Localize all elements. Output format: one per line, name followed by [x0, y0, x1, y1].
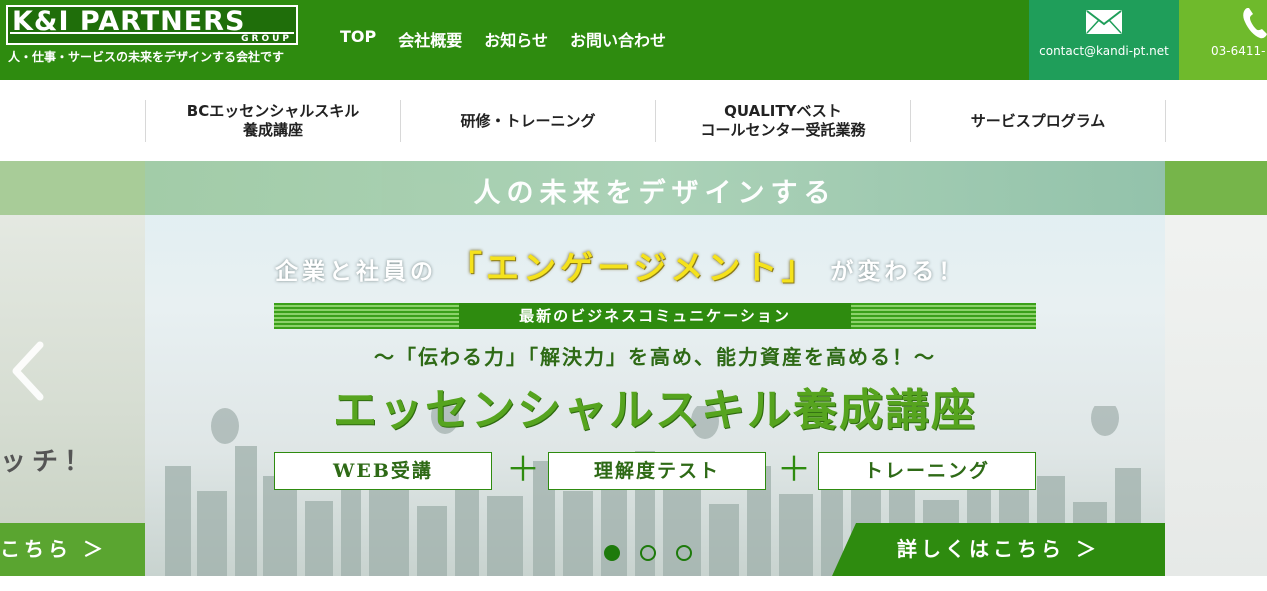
previous-slide-band — [0, 161, 145, 215]
phone-number: 03-6411- — [1211, 44, 1266, 58]
nav-company[interactable]: 会社概要 — [398, 27, 462, 51]
headline-post: が変わる！ — [830, 258, 966, 285]
slide-subtitle: ～「伝わる力」「解決力」を高め、能力資産を高める！～ — [374, 345, 936, 369]
service-nav-programs[interactable]: サービスプログラム — [910, 100, 1166, 142]
service-nav-training[interactable]: 研修・トレーニング — [400, 100, 655, 142]
nav-top[interactable]: TOP — [340, 27, 376, 51]
previous-slide-text: ッチ！ — [0, 447, 97, 477]
feature-test: 理解度テスト — [548, 452, 766, 490]
email-address: contact@kandi-pt.net — [1039, 44, 1169, 58]
next-slide-band — [1165, 161, 1267, 215]
previous-slide-cta[interactable]: こちら ＞ — [0, 523, 145, 576]
slide-title: エッセンシャルスキル養成講座 — [333, 385, 977, 436]
headline: 企業と社員の 「エンゲージメント」 が変わる！ — [275, 241, 965, 289]
tagline: 人・仕事・サービスの未来をデザインする会社です — [8, 50, 285, 64]
nav-news[interactable]: お知らせ — [484, 27, 548, 51]
slider-prev-arrow-icon[interactable] — [8, 341, 48, 401]
slide-banner: 人の未来をデザインする — [145, 161, 1165, 215]
mail-icon — [1086, 10, 1122, 34]
phone-contact[interactable]: 03-6411- — [1179, 0, 1267, 80]
site-header: K&I PARTNERS GROUP 人・仕事・サービスの未来をデザインする会社… — [0, 0, 1267, 80]
hero-slider: ッチ！ こちら ＞ 人の未来をデザインする 企業と社員の 「エンゲージメント」 … — [0, 161, 1267, 576]
feature-web: WEB受講 — [274, 452, 492, 490]
slider-dots — [604, 545, 692, 561]
ribbon-label: 最新のビジネスコミュニケーション — [459, 303, 851, 329]
phone-icon — [1243, 8, 1267, 39]
service-nav-callcenter[interactable]: QUALITYベスト コールセンター受託業務 — [655, 100, 910, 142]
logo-sub: GROUP — [241, 34, 292, 44]
feature-training: トレーニング — [818, 452, 1036, 490]
slider-dot-2[interactable] — [640, 545, 656, 561]
headline-highlight: 「エンゲージメント」 — [449, 248, 819, 287]
headline-pre: 企業と社員の — [275, 258, 437, 285]
details-button[interactable]: 詳しくはこちら ＞ — [832, 523, 1165, 576]
hero-slide: 人の未来をデザインする 企業と社員の 「エンゲージメント」 が変わる！ 最新のビ… — [145, 161, 1165, 576]
slide-banner-text: 人の未来をデザインする — [473, 178, 837, 209]
logo[interactable]: K&I PARTNERS GROUP — [6, 5, 298, 45]
plus-sign: ＋ — [506, 450, 540, 490]
nav-contact[interactable]: お問い合わせ — [570, 27, 666, 51]
plus-sign: ＋ — [777, 450, 811, 490]
service-nav: BCエッセンシャルスキル 養成講座 研修・トレーニング QUALITYベスト コ… — [0, 80, 1267, 162]
email-contact[interactable]: contact@kandi-pt.net — [1029, 0, 1179, 80]
top-nav: TOP 会社概要 お知らせ お問い合わせ — [340, 27, 666, 51]
slider-dot-1[interactable] — [604, 545, 620, 561]
service-nav-bc-essential[interactable]: BCエッセンシャルスキル 養成講座 — [145, 100, 400, 142]
ribbon: 最新のビジネスコミュニケーション — [274, 303, 1036, 329]
next-slide-peek — [1165, 161, 1267, 576]
slider-dot-3[interactable] — [676, 545, 692, 561]
